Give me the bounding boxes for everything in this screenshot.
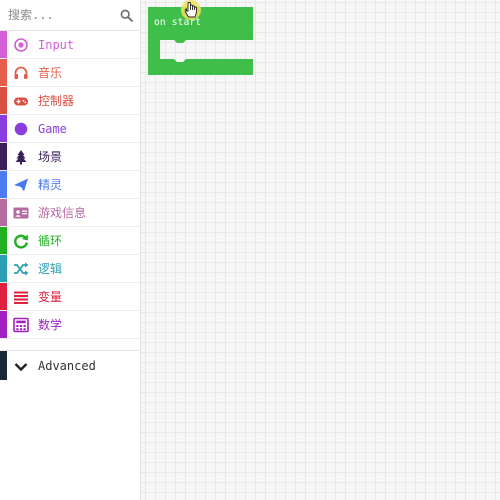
category-music[interactable]: 音乐 — [0, 59, 140, 87]
category-label: Input — [38, 38, 75, 52]
category-label: Game — [38, 122, 67, 136]
category-color-bar — [0, 199, 7, 226]
category-label: 场景 — [38, 150, 63, 164]
category-label: 控制器 — [38, 94, 75, 108]
category-color-bar — [0, 31, 7, 58]
chevron-down-icon — [14, 363, 28, 372]
category-color-bar — [0, 351, 7, 380]
category-game[interactable]: Game — [0, 115, 140, 143]
search-box — [0, 0, 140, 31]
category-label: 游戏信息 — [38, 206, 87, 220]
hand-cursor-icon — [181, 0, 201, 20]
category-scene[interactable]: 场景 — [0, 143, 140, 171]
category-advanced[interactable]: Advanced — [0, 350, 140, 380]
paper-plane-icon — [14, 178, 28, 192]
shuffle-icon — [14, 262, 29, 276]
category-label: 循环 — [38, 234, 63, 248]
category-color-bar — [0, 311, 7, 338]
category-input[interactable]: Input — [0, 31, 140, 59]
category-game-info[interactable]: 游戏信息 — [0, 199, 140, 227]
category-controller[interactable]: 控制器 — [0, 87, 140, 115]
category-color-bar — [0, 255, 7, 282]
toolbox: Input 音乐 控制器 Game — [0, 0, 141, 500]
category-color-bar — [0, 59, 7, 86]
category-label: 精灵 — [38, 178, 63, 192]
tree-icon — [15, 150, 27, 165]
category-variables[interactable]: 变量 — [0, 283, 140, 311]
category-color-bar — [0, 143, 7, 170]
category-loops[interactable]: 循环 — [0, 227, 140, 255]
category-label: 逻辑 — [38, 262, 63, 276]
gamepad-icon — [14, 97, 28, 106]
search-input[interactable] — [8, 6, 113, 24]
calculator-icon — [13, 317, 29, 333]
category-label: 数学 — [38, 318, 63, 332]
category-color-bar — [0, 283, 7, 310]
list-icon — [14, 291, 28, 304]
search-icon[interactable] — [120, 9, 133, 22]
category-color-bar — [0, 115, 7, 142]
headphones-icon — [14, 66, 28, 79]
category-math[interactable]: 数学 — [0, 311, 140, 339]
category-sprites[interactable]: 精灵 — [0, 171, 140, 199]
id-card-icon — [13, 207, 29, 219]
category-logic[interactable]: 逻辑 — [0, 255, 140, 283]
category-color-bar — [0, 227, 7, 254]
category-label: 音乐 — [38, 66, 63, 80]
circle-icon — [14, 122, 28, 136]
category-color-bar — [0, 87, 7, 114]
radio-target-icon — [14, 38, 28, 52]
category-label: 变量 — [38, 290, 63, 304]
blocks-workspace[interactable]: on start — [141, 0, 500, 500]
category-label: Advanced — [38, 359, 96, 373]
refresh-icon — [14, 234, 28, 249]
category-color-bar — [0, 171, 7, 198]
